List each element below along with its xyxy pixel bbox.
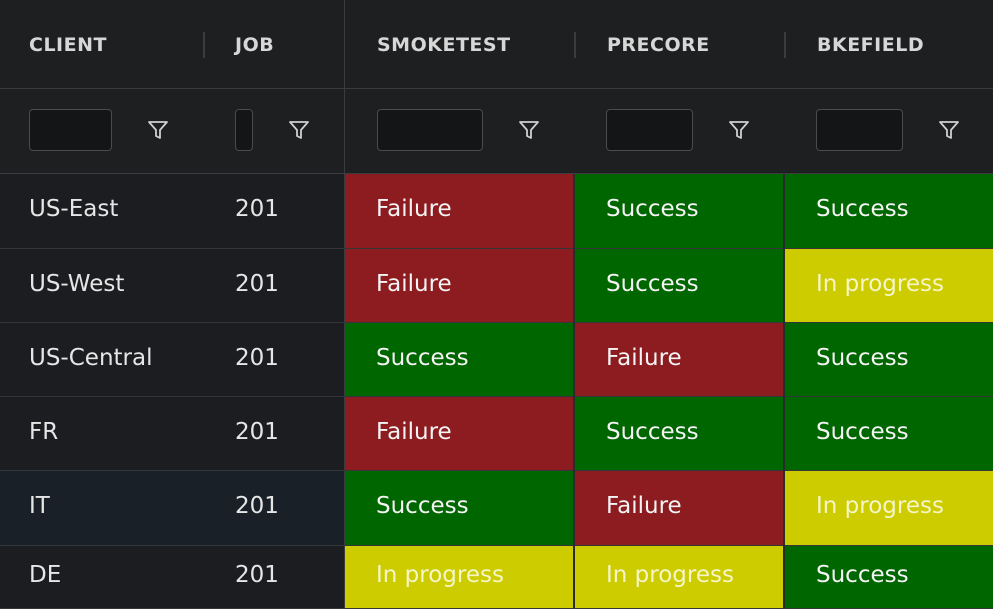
status-label: In progress — [376, 562, 504, 588]
status-label: Success — [376, 344, 469, 371]
status-label: Success — [816, 344, 909, 371]
bkefield-status-cell[interactable]: Success — [785, 323, 993, 396]
status-label: Failure — [376, 418, 452, 445]
column-header-precore[interactable]: PRECORE — [607, 34, 710, 56]
table-row[interactable]: US-Central 201 Success Failure Success — [0, 323, 993, 397]
column-resize-handle[interactable] — [203, 32, 205, 58]
job-cell[interactable]: 201 — [235, 417, 279, 447]
client-cell[interactable]: IT — [29, 491, 50, 521]
status-label: Failure — [376, 196, 452, 222]
client-cell[interactable]: US-East — [29, 194, 118, 224]
header-divider — [0, 88, 993, 89]
column-header-bkefield[interactable]: BKEFIELD — [817, 34, 924, 56]
job-filter-input[interactable] — [235, 109, 253, 151]
smoketest-status-cell[interactable]: Failure — [345, 397, 573, 470]
status-label: Failure — [606, 493, 682, 519]
status-label: Success — [606, 418, 699, 445]
smoketest-status-cell[interactable]: In progress — [345, 546, 573, 608]
smoketest-status-cell[interactable]: Success — [345, 471, 573, 545]
precore-status-cell[interactable]: Failure — [575, 471, 783, 545]
client-cell[interactable]: DE — [29, 560, 61, 590]
status-grid: CLIENT JOB SMOKETEST PRECORE BKEFIELD US… — [0, 0, 993, 609]
bkefield-status-cell[interactable]: In progress — [785, 249, 993, 322]
status-label: Success — [816, 418, 909, 445]
column-resize-handle[interactable] — [574, 32, 576, 58]
table-row[interactable]: DE 201 In progress In progress Success — [0, 546, 993, 609]
job-cell[interactable]: 201 — [235, 560, 279, 590]
job-cell[interactable]: 201 — [235, 269, 279, 299]
filter-icon[interactable] — [518, 119, 540, 141]
job-cell[interactable]: 201 — [235, 491, 279, 521]
bkefield-status-cell[interactable]: Success — [785, 397, 993, 470]
table-row[interactable]: FR 201 Failure Success Success — [0, 397, 993, 471]
column-divider — [573, 174, 575, 608]
job-cell[interactable]: 201 — [235, 343, 279, 373]
status-label: In progress — [816, 493, 944, 519]
filter-icon[interactable] — [938, 119, 960, 141]
column-header-job[interactable]: JOB — [235, 34, 274, 56]
client-cell[interactable]: US-Central — [29, 343, 152, 373]
bkefield-status-cell[interactable]: Success — [785, 174, 993, 248]
smoketest-filter-input[interactable] — [377, 109, 483, 151]
bkefield-filter-input[interactable] — [816, 109, 903, 151]
client-cell[interactable]: FR — [29, 417, 58, 447]
precore-status-cell[interactable]: Success — [575, 174, 783, 248]
precore-filter-input[interactable] — [606, 109, 693, 151]
bkefield-status-cell[interactable]: In progress — [785, 471, 993, 545]
status-label: Failure — [376, 270, 452, 297]
column-resize-handle[interactable] — [784, 32, 786, 58]
table-row[interactable]: IT 201 Success Failure In progress — [0, 471, 993, 546]
status-label: Success — [816, 562, 909, 588]
filter-icon[interactable] — [147, 119, 169, 141]
status-label: Success — [606, 270, 699, 297]
precore-status-cell[interactable]: Success — [575, 249, 783, 322]
job-cell[interactable]: 201 — [235, 194, 279, 224]
smoketest-status-cell[interactable]: Failure — [345, 174, 573, 248]
status-label: In progress — [606, 562, 734, 588]
client-filter-input[interactable] — [29, 109, 112, 151]
table-row[interactable]: US-East 201 Failure Success Success — [0, 174, 993, 249]
bkefield-status-cell[interactable]: Success — [785, 546, 993, 608]
status-label: In progress — [816, 270, 944, 297]
precore-status-cell[interactable]: Success — [575, 397, 783, 470]
status-label: Success — [606, 196, 699, 222]
status-label: Failure — [606, 344, 682, 371]
status-label: Success — [376, 493, 469, 519]
row-pinned-cells — [0, 471, 344, 545]
smoketest-status-cell[interactable]: Success — [345, 323, 573, 396]
status-label: Success — [816, 196, 909, 222]
smoketest-status-cell[interactable]: Failure — [345, 249, 573, 322]
table-row[interactable]: US-West 201 Failure Success In progress — [0, 249, 993, 323]
column-divider — [783, 174, 785, 608]
column-header-client[interactable]: CLIENT — [29, 34, 107, 56]
precore-status-cell[interactable]: Failure — [575, 323, 783, 396]
column-header-smoketest[interactable]: SMOKETEST — [377, 34, 511, 56]
client-cell[interactable]: US-West — [29, 269, 124, 299]
precore-status-cell[interactable]: In progress — [575, 546, 783, 608]
filter-icon[interactable] — [288, 119, 310, 141]
filter-icon[interactable] — [728, 119, 750, 141]
